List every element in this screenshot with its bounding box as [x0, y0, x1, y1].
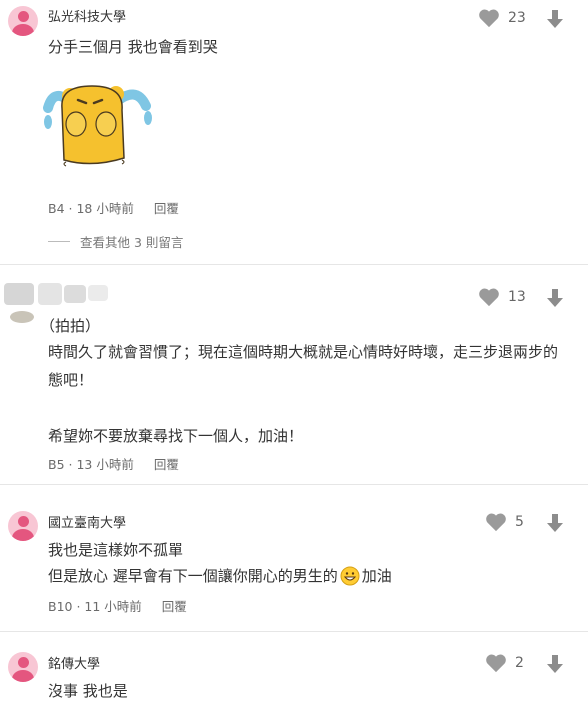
like-control: 2: [485, 653, 533, 673]
comment-text-line: 分手三個月 我也會看到哭: [48, 38, 218, 56]
comment-meta: B4 · 18 小時前 回覆: [48, 201, 179, 216]
school-name[interactable]: 國立臺南大學: [48, 512, 126, 531]
comment-b4: 弘光科技大學 23 分手三個月 我也會看到哭 B4 · 18 小時前 回覆 查看…: [0, 0, 588, 262]
reply-link[interactable]: 回覆: [154, 201, 179, 216]
like-count: 2: [515, 655, 524, 671]
comment-partial: 銘傳大學 2 沒事 我也是: [0, 632, 588, 704]
arrow-down-icon: [547, 10, 563, 28]
comment-text-line: 沒事 我也是: [48, 682, 128, 700]
like-count: 23: [508, 10, 526, 26]
dislike-button[interactable]: [546, 9, 564, 29]
floor-number: B5: [48, 457, 65, 472]
comment-text-line: 希望妳不要放棄尋找下一個人，加油！: [48, 427, 304, 445]
heart-icon[interactable]: [478, 8, 500, 28]
comment-text-line: 我也是這樣妳不孤單: [48, 541, 184, 559]
heart-icon[interactable]: [485, 512, 507, 532]
reply-link[interactable]: 回覆: [154, 457, 179, 472]
like-count: 13: [508, 289, 526, 305]
grinning-face-emoji: [340, 566, 360, 585]
post-time: 18 小時前: [76, 201, 134, 216]
avatar[interactable]: [8, 652, 38, 682]
arrow-down-icon: [547, 289, 563, 307]
view-more-replies[interactable]: 查看其他 3 則留言: [48, 232, 183, 251]
heart-icon[interactable]: [485, 653, 507, 673]
post-time: 11 小時前: [84, 599, 142, 614]
avatar[interactable]: [8, 6, 38, 36]
comment-text-line: （拍拍）: [40, 317, 101, 335]
dislike-button[interactable]: [546, 513, 564, 533]
like-control: 13: [478, 287, 526, 307]
like-count: 5: [515, 514, 524, 530]
reply-link[interactable]: 回覆: [162, 599, 187, 614]
dislike-button[interactable]: [546, 288, 564, 308]
school-name[interactable]: 銘傳大學: [48, 653, 100, 672]
comment-text-segment: 但是放心 遲早會有下一個讓你開心的男生的: [48, 567, 338, 585]
comment-text-line: 時間久了就會習慣了；現在這個時期大概就是心情時好時壞，走三步退兩步的: [48, 343, 559, 361]
like-control: 23: [478, 8, 526, 28]
post-time: 13 小時前: [76, 457, 134, 472]
comment-text-segment: 加油: [361, 567, 392, 585]
comment-text-line: 態吧！: [48, 371, 94, 389]
comment-meta: B5 · 13 小時前 回覆: [48, 457, 179, 472]
arrow-down-icon: [547, 655, 563, 673]
comment-b5: 13 （拍拍） 時間久了就會習慣了；現在這個時期大概就是心情時好時壞，走三步退兩…: [0, 265, 588, 483]
heart-icon[interactable]: [478, 287, 500, 307]
arrow-down-icon: [547, 514, 563, 532]
school-name[interactable]: 弘光科技大學: [48, 6, 126, 25]
floor-number: B10: [48, 599, 73, 614]
view-more-label: 查看其他 3 則留言: [80, 235, 184, 250]
like-control: 5: [485, 512, 533, 532]
floor-number: B4: [48, 201, 65, 216]
comment-text-line: 但是放心 遲早會有下一個讓你開心的男生的 加油: [48, 565, 392, 586]
divider-line: [48, 241, 70, 242]
avatar[interactable]: [8, 511, 38, 541]
crying-bear-sticker: [43, 85, 152, 167]
comment-b10: 國立臺南大學 5 我也是這樣妳不孤單 但是放心 遲早會有下一個讓你開心的男生的 …: [0, 485, 588, 630]
dislike-button[interactable]: [546, 654, 564, 674]
comment-meta: B10 · 11 小時前 回覆: [48, 599, 187, 614]
